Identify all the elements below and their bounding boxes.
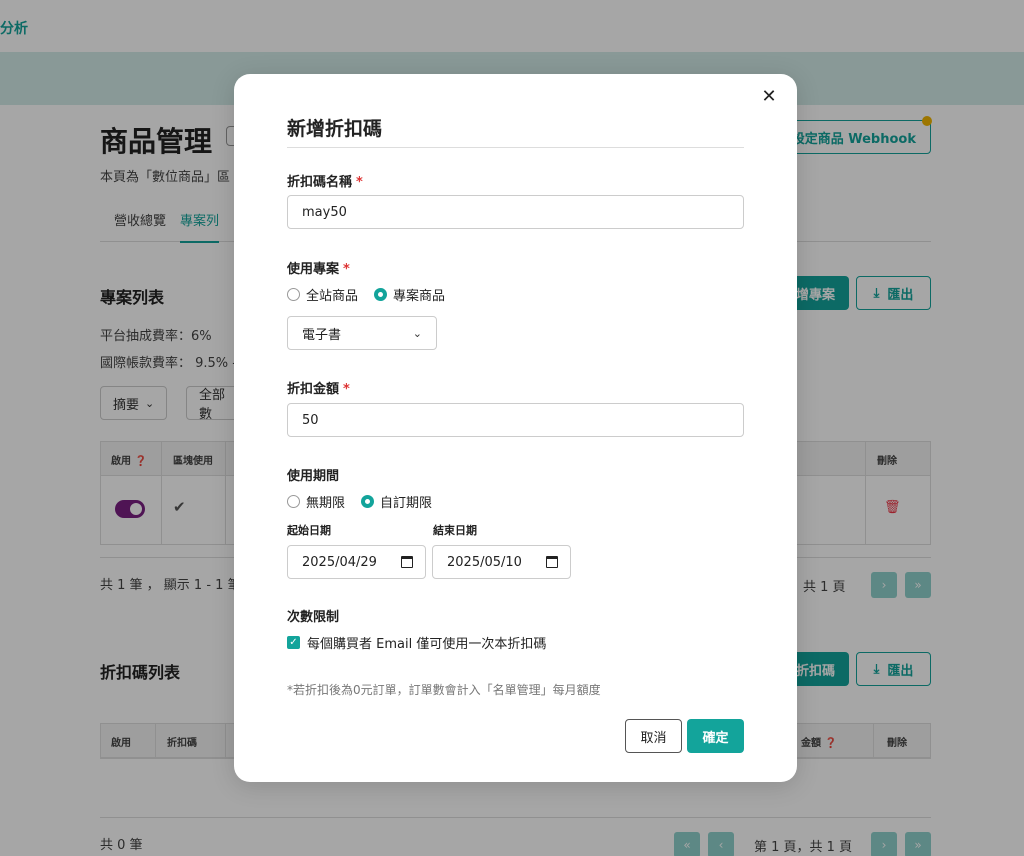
discount-amount-input[interactable]: 50 [287,403,744,437]
zero-order-note: *若折扣後為0元訂單，訂單數會計入「名單管理」每月額度 [287,683,601,697]
scope-all-label: 全站商品 [306,289,359,304]
discount-name-value: may50 [302,204,347,220]
modal-divider [287,147,744,148]
period-radio-custom[interactable] [361,495,375,508]
amount-label: 折扣金額 * [287,382,350,397]
discount-amount-value: 50 [302,412,319,428]
confirm-label: 確定 [702,730,729,746]
calendar-icon[interactable] [546,556,558,568]
scope-project-label: 專案商品 [393,289,446,304]
start-date-input[interactable]: 2025/04/29 [287,545,426,579]
limit-label: 次數限制 [287,610,340,625]
project-select[interactable]: 電子書 ⌄ [287,316,437,350]
start-date-value: 2025/04/29 [302,554,377,570]
end-date-label: 結束日期 [433,524,477,537]
discount-name-input[interactable]: may50 [287,195,744,229]
start-date-label: 起始日期 [287,524,331,537]
end-date-input[interactable]: 2025/05/10 [432,545,571,579]
period-radio-unlimited[interactable] [287,495,300,508]
scope-label: 使用專案 * [287,262,350,277]
end-date-value: 2025/05/10 [447,554,522,570]
modal-title: 新增折扣碼 [287,118,383,140]
cancel-button[interactable]: 取消 [625,719,682,753]
limit-checkbox[interactable]: ✓ [287,636,300,649]
add-discount-modal: ✕ 新增折扣碼 折扣碼名稱 * may50 使用專案 * 全站商品 專案商品 電子書… [234,74,797,782]
period-label: 使用期間 [287,469,340,484]
period-unlimited-label: 無期限 [306,496,346,511]
confirm-button[interactable]: 確定 [687,719,744,753]
limit-checkbox-label: 每個購買者 Email 僅可使用一次本折扣碼 [307,637,547,652]
project-select-value: 電子書 [302,327,342,343]
close-icon[interactable]: ✕ [757,84,781,108]
scope-radio-group: 全站商品 專案商品 [287,285,455,304]
period-radio-group: 無期限 自訂期限 [287,492,442,511]
name-label: 折扣碼名稱 * [287,175,363,190]
period-custom-label: 自訂期限 [380,496,433,511]
scope-radio-project[interactable] [374,288,388,301]
cancel-label: 取消 [640,730,667,746]
scope-radio-all[interactable] [287,288,300,301]
calendar-icon[interactable] [401,556,413,568]
limit-checkbox-row: ✓ 每個購買者 Email 僅可使用一次本折扣碼 [287,633,546,652]
chevron-down-icon: ⌄ [412,326,422,340]
